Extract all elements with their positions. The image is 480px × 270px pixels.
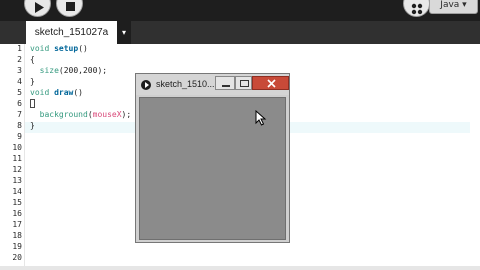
close-icon xyxy=(267,79,276,88)
variable: mouseX xyxy=(92,110,122,119)
text-caret xyxy=(30,99,35,108)
tab-bar: sketch_151027a ▾ xyxy=(0,21,480,44)
line-number: 20 xyxy=(12,253,22,262)
processing-icon xyxy=(141,80,151,90)
code-text: () xyxy=(78,44,88,53)
line-number: 16 xyxy=(12,209,22,218)
editor-scrollbar[interactable] xyxy=(470,44,480,266)
tab-menu-button[interactable]: ▾ xyxy=(117,21,131,44)
keyword: background xyxy=(39,110,88,119)
line-number: 3 xyxy=(17,66,22,75)
line-number: 17 xyxy=(12,220,22,229)
code-line-4: } xyxy=(30,77,35,86)
mouse-cursor-icon xyxy=(255,110,267,126)
mode-icon xyxy=(411,3,423,15)
line-number: 5 xyxy=(17,88,22,97)
code-text: () xyxy=(73,88,83,97)
code-line-8: } xyxy=(30,121,35,130)
line-number: 11 xyxy=(12,154,22,163)
code-text: (200,200); xyxy=(58,66,108,75)
code-line-3: size(200,200); xyxy=(30,66,107,75)
toolbar: Java ▾ xyxy=(0,0,480,21)
code-line-7: background(mouseX); xyxy=(30,110,132,119)
line-number: 13 xyxy=(12,176,22,185)
minimize-icon xyxy=(222,85,230,87)
line-number: 9 xyxy=(17,132,22,141)
line-number: 14 xyxy=(12,187,22,196)
line-number: 12 xyxy=(12,165,22,174)
keyword: void xyxy=(30,44,50,53)
function-name: draw xyxy=(54,88,74,97)
sketch-window-title: sketch_1510... xyxy=(156,79,215,89)
code-line-5: void draw() xyxy=(30,88,83,97)
maximize-button[interactable] xyxy=(235,76,252,90)
keyword: void xyxy=(30,88,50,97)
line-number: 19 xyxy=(12,242,22,251)
sketch-title-bar[interactable]: sketch_1510... xyxy=(136,74,289,95)
keyword: size xyxy=(39,66,59,75)
play-icon xyxy=(35,2,44,13)
debug-button[interactable] xyxy=(403,0,430,17)
line-number: 15 xyxy=(12,198,22,207)
line-number: 4 xyxy=(17,77,22,86)
mode-selector[interactable]: Java ▾ xyxy=(429,0,478,14)
code-line-6 xyxy=(30,99,35,109)
stop-button[interactable] xyxy=(56,0,83,17)
tab-sketch[interactable]: sketch_151027a xyxy=(26,21,117,44)
close-button[interactable] xyxy=(252,76,289,90)
console-divider[interactable] xyxy=(0,266,480,270)
run-button[interactable] xyxy=(24,0,51,17)
line-number: 10 xyxy=(12,143,22,152)
line-number: 1 xyxy=(17,44,22,53)
line-number: 6 xyxy=(17,99,22,108)
minimize-button[interactable] xyxy=(215,76,235,90)
line-number: 8 xyxy=(17,121,22,130)
code-text: ); xyxy=(121,110,132,119)
code-line-1: void setup() xyxy=(30,44,88,53)
line-number-gutter: 1 2 3 4 5 6 7 8 9 10 11 12 13 14 15 16 17 18 19 20 xyxy=(0,44,25,266)
maximize-icon xyxy=(240,80,249,87)
line-number: 7 xyxy=(17,110,22,119)
stop-icon xyxy=(66,2,75,11)
line-number: 2 xyxy=(17,55,22,64)
sketch-window[interactable]: sketch_1510... xyxy=(135,73,290,243)
line-number: 18 xyxy=(12,231,22,240)
code-line-2: { xyxy=(30,55,35,64)
function-name: setup xyxy=(54,44,79,53)
